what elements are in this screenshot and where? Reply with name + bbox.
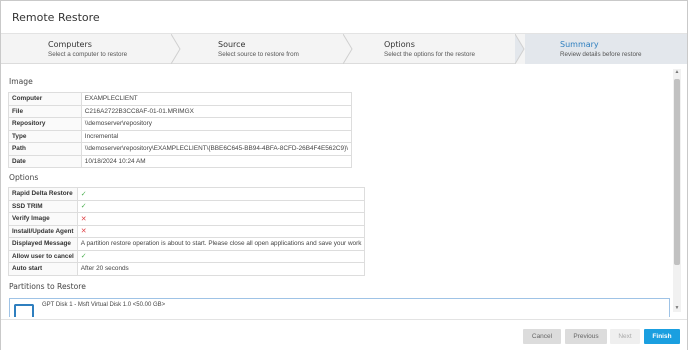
previous-button[interactable]: Previous (565, 329, 607, 344)
step-options[interactable]: Options Select the options for the resto… (353, 34, 517, 64)
scrollbar-thumb[interactable] (674, 79, 680, 265)
partition-disk-item[interactable]: GPT Disk 1 - Msft Virtual Disk 1.0 <50.0… (9, 298, 670, 317)
row-value: ✕ (76, 224, 366, 238)
step-subtitle: Select a computer to restore (48, 51, 128, 58)
check-icon: ✓ (80, 190, 87, 198)
row-label: Install/Update Agent (8, 224, 78, 238)
chevron-separator-icon (343, 34, 353, 64)
table-row: File C216A2722B3CC8AF-01-01.MRIMGX (8, 104, 353, 118)
table-row: Verify Image ✕ (8, 212, 366, 226)
row-value: \\demoserver\repository\EXAMPLECLIENT\{B… (80, 142, 353, 156)
disk-icon (14, 304, 34, 317)
partitions-section-heading: Partitions to Restore (9, 282, 86, 291)
finish-button[interactable]: Finish (644, 329, 680, 344)
scroll-up-icon[interactable]: ▲ (673, 69, 681, 76)
step-subtitle: Select the options for the restore (384, 51, 476, 58)
scroll-down-icon[interactable]: ▼ (673, 305, 681, 312)
row-value: Incremental (80, 129, 353, 143)
check-icon: ✓ (80, 253, 87, 261)
table-row: Computer EXAMPLECLIENT (8, 92, 353, 106)
cross-icon: ✕ (80, 228, 87, 236)
dialog-footer: Cancel Previous Next Finish (1, 319, 687, 350)
row-value: C216A2722B3CC8AF-01-01.MRIMGX (80, 104, 353, 118)
row-value: A partition restore operation is about t… (76, 237, 366, 251)
step-subtitle: Review details before restore (560, 51, 642, 58)
dialog-title: Remote Restore (12, 11, 100, 24)
row-label: File (8, 104, 82, 118)
check-icon: ✓ (80, 203, 87, 211)
cancel-button[interactable]: Cancel (523, 329, 561, 344)
table-row: Type Incremental (8, 129, 353, 143)
row-label: Computer (8, 92, 82, 106)
image-section-heading: Image (9, 77, 33, 86)
row-value: ✓ (76, 249, 366, 263)
row-label: SSD TRIM (8, 199, 78, 213)
row-value: ✓ (76, 199, 366, 213)
row-label: Date (8, 154, 82, 168)
chevron-separator-icon (515, 34, 525, 64)
image-details-table: Computer EXAMPLECLIENT File C216A2722B3C… (8, 92, 353, 168)
vertical-scrollbar[interactable]: ▲ ▼ (673, 69, 681, 312)
row-value: EXAMPLECLIENT (80, 92, 353, 106)
row-value: ✓ (76, 187, 366, 201)
table-row: Allow user to cancel ✓ (8, 249, 366, 263)
step-title: Summary (560, 40, 599, 49)
disk-label: GPT Disk 1 - Msft Virtual Disk 1.0 <50.0… (42, 302, 166, 308)
table-row: Rapid Delta Restore ✓ (8, 187, 366, 201)
cross-icon: ✕ (80, 215, 87, 223)
remote-restore-dialog: Remote Restore Computers Select a comput… (0, 0, 688, 350)
table-row: Displayed Message A partition restore op… (8, 237, 366, 251)
row-label: Type (8, 129, 82, 143)
table-row: Path \\demoserver\repository\EXAMPLECLIE… (8, 142, 353, 156)
table-row: Repository \\demoserver\repository (8, 117, 353, 131)
step-computers[interactable]: Computers Select a computer to restore (1, 34, 173, 64)
step-source[interactable]: Source Select source to restore from (181, 34, 345, 64)
row-label: Path (8, 142, 82, 156)
row-label: Verify Image (8, 212, 78, 226)
row-label: Auto start (8, 262, 78, 276)
row-label: Displayed Message (8, 237, 78, 251)
row-label: Allow user to cancel (8, 249, 78, 263)
table-row: SSD TRIM ✓ (8, 199, 366, 213)
row-label: Rapid Delta Restore (8, 187, 78, 201)
title-bar: Remote Restore (1, 1, 687, 34)
step-summary[interactable]: Summary Review details before restore (515, 34, 687, 64)
table-row: Date 10/18/2024 10:24 AM (8, 154, 353, 168)
table-row: Auto start After 20 seconds (8, 262, 366, 276)
chevron-separator-icon (171, 34, 181, 64)
options-table: Rapid Delta Restore ✓ SSD TRIM ✓ Verify … (8, 187, 366, 276)
next-button[interactable]: Next (610, 329, 640, 344)
wizard-steps: Computers Select a computer to restore S… (1, 34, 687, 64)
row-value: ✕ (76, 212, 366, 226)
row-value: \\demoserver\repository (80, 117, 353, 131)
summary-content[interactable]: Image Computer EXAMPLECLIENT File C216A2… (1, 65, 687, 317)
step-title: Options (384, 40, 415, 49)
row-value: After 20 seconds (76, 262, 366, 276)
step-title: Source (218, 40, 246, 49)
options-section-heading: Options (9, 173, 39, 182)
row-label: Repository (8, 117, 82, 131)
table-row: Install/Update Agent ✕ (8, 224, 366, 238)
step-subtitle: Select source to restore from (218, 51, 299, 58)
row-value: 10/18/2024 10:24 AM (80, 154, 353, 168)
step-title: Computers (48, 40, 92, 49)
